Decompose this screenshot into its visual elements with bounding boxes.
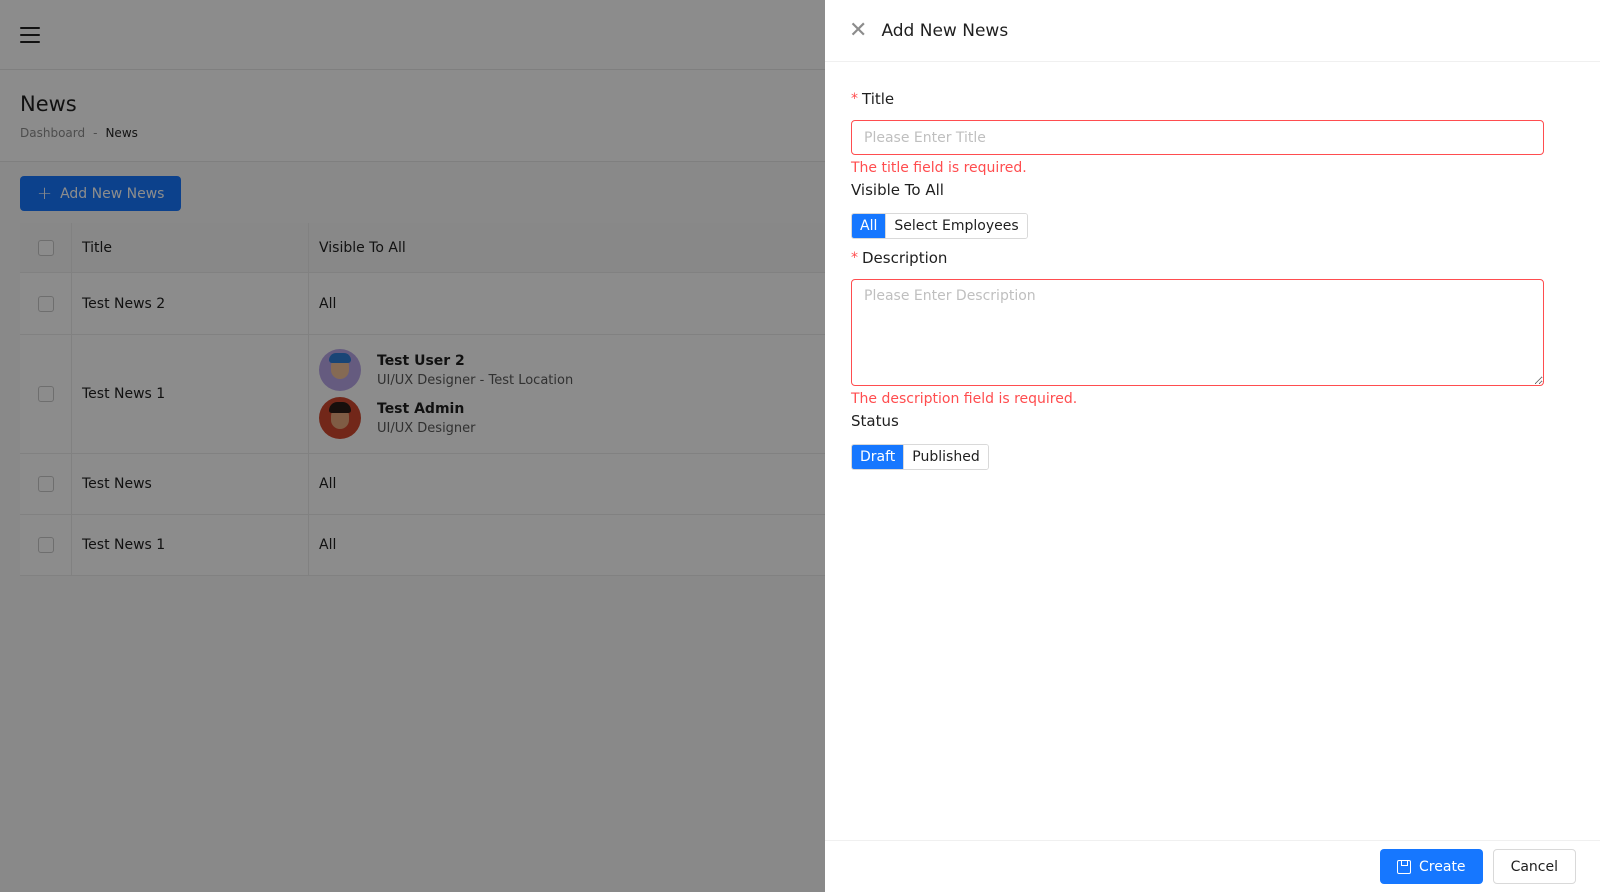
title-input[interactable] <box>851 120 1544 155</box>
visible-option-select-employees[interactable]: Select Employees <box>885 214 1027 238</box>
description-label: * Description <box>851 249 1574 267</box>
drawer-title: Add New News <box>881 20 1009 41</box>
status-toggle: Draft Published <box>851 444 989 470</box>
drawer-footer: Create Cancel <box>825 840 1600 892</box>
modal-overlay[interactable] <box>0 0 825 892</box>
status-option-published[interactable]: Published <box>903 445 988 469</box>
drawer-body: * Title The title field is required. Vis… <box>825 62 1600 840</box>
title-label: * Title <box>851 90 1574 108</box>
required-mark: * <box>851 250 858 266</box>
cancel-button[interactable]: Cancel <box>1492 849 1576 884</box>
save-icon <box>1397 859 1412 874</box>
status-label: Status <box>851 412 899 430</box>
create-button[interactable]: Create <box>1380 849 1483 884</box>
description-input[interactable] <box>851 279 1544 386</box>
required-mark: * <box>851 91 858 107</box>
drawer-header: ✕ Add New News <box>825 0 1600 62</box>
visible-option-all[interactable]: All <box>852 214 886 238</box>
title-error: The title field is required. <box>851 160 1027 176</box>
description-error: The description field is required. <box>851 391 1078 407</box>
title-label-text: Title <box>862 90 895 108</box>
add-news-drawer: ✕ Add New News * Title The title field i… <box>825 0 1600 892</box>
status-option-draft[interactable]: Draft <box>852 445 904 469</box>
create-label: Create <box>1419 858 1466 875</box>
visible-label: Visible To All <box>851 181 944 199</box>
visible-toggle: All Select Employees <box>851 213 1028 239</box>
description-label-text: Description <box>862 249 948 267</box>
close-icon[interactable]: ✕ <box>849 19 867 42</box>
